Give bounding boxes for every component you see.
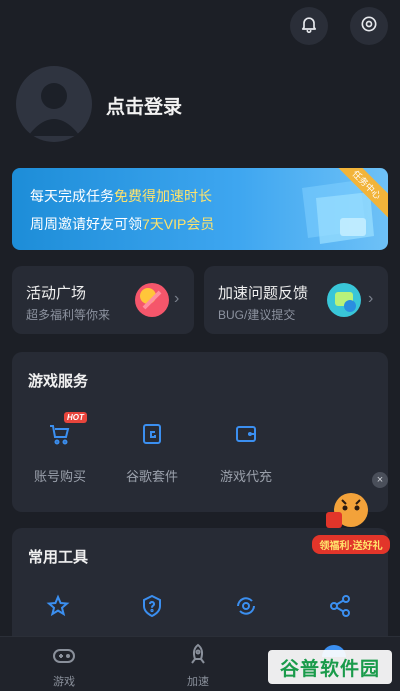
avatar[interactable] (16, 66, 92, 142)
banner-line-2-prefix: 周周邀请好友可领 (30, 216, 142, 232)
speed-feedback-card[interactable]: 加速问题反馈 BUG/建议提交 › (204, 266, 388, 334)
activity-square-card[interactable]: 活动广场 超多福利等你来 › (12, 266, 194, 334)
gamepad-icon (53, 649, 75, 663)
section-title: 游戏服务 (28, 373, 89, 390)
promo-label: 领福利·送好礼 (312, 535, 390, 554)
help-icon[interactable] (140, 594, 164, 618)
feedback-icon (327, 283, 361, 317)
tiger-mascot-icon (326, 493, 368, 528)
banner-line-2-highlight: 7天VIP会员 (142, 216, 215, 232)
floating-promo[interactable]: 领福利·送好礼 (312, 488, 390, 554)
close-icon: × (376, 474, 384, 486)
notifications-button[interactable] (290, 7, 328, 45)
star-icon[interactable] (46, 594, 70, 618)
nav-label: 游戏 (53, 676, 75, 688)
bell-icon (299, 14, 319, 39)
user-silhouette-icon (28, 83, 80, 136)
game-topup-item[interactable]: 游戏代充 (206, 416, 286, 488)
service-label: 谷歌套件 (125, 469, 178, 484)
close-promo-button[interactable]: × (372, 472, 388, 488)
card-subtitle: BUG/建议提交 (218, 308, 296, 322)
settings-button[interactable] (350, 7, 388, 45)
card-subtitle: 超多福利等你来 (26, 308, 111, 322)
chevron-right-icon: › (174, 290, 180, 307)
section-title: 常用工具 (28, 549, 89, 566)
nav-item-accelerate[interactable]: 加速 (168, 641, 228, 689)
refresh-icon[interactable] (234, 594, 258, 618)
service-label: 游戏代充 (219, 469, 272, 484)
hot-badge: HOT (64, 412, 87, 423)
google-suite-item[interactable]: 谷歌套件 (112, 416, 192, 488)
chevron-right-icon: › (368, 290, 374, 307)
banner-line-1-prefix: 每天完成任务 (30, 188, 114, 204)
card-title: 加速问题反馈 (218, 285, 309, 302)
settings-icon (359, 14, 379, 39)
account-purchase-item[interactable]: HOT 账号购买 (20, 412, 100, 488)
banner-line-2: 周周邀请好友可领7天VIP会员 (30, 214, 214, 234)
nav-label: 加速 (187, 676, 209, 688)
banner-line-1-highlight: 免费得加速时长 (114, 188, 212, 204)
task-banner[interactable]: 每天完成任务免费得加速时长 周周邀请好友可领7天VIP会员 任务中心 (12, 168, 388, 250)
login-link[interactable]: 点击登录 (106, 92, 182, 119)
card-title: 活动广场 (26, 285, 87, 302)
nav-item-games[interactable]: 游戏 (34, 641, 94, 689)
service-label: 账号购买 (33, 469, 86, 484)
rocket-icon (191, 643, 205, 664)
banner-line-1: 每天完成任务免费得加速时长 (30, 186, 212, 206)
wallet-icon (236, 426, 256, 442)
share-icon[interactable] (328, 594, 352, 618)
google-suite-icon (143, 424, 161, 444)
watermark-logo: 谷普软件园 (268, 650, 392, 684)
cart-icon (50, 425, 70, 445)
activity-icon (135, 283, 169, 317)
